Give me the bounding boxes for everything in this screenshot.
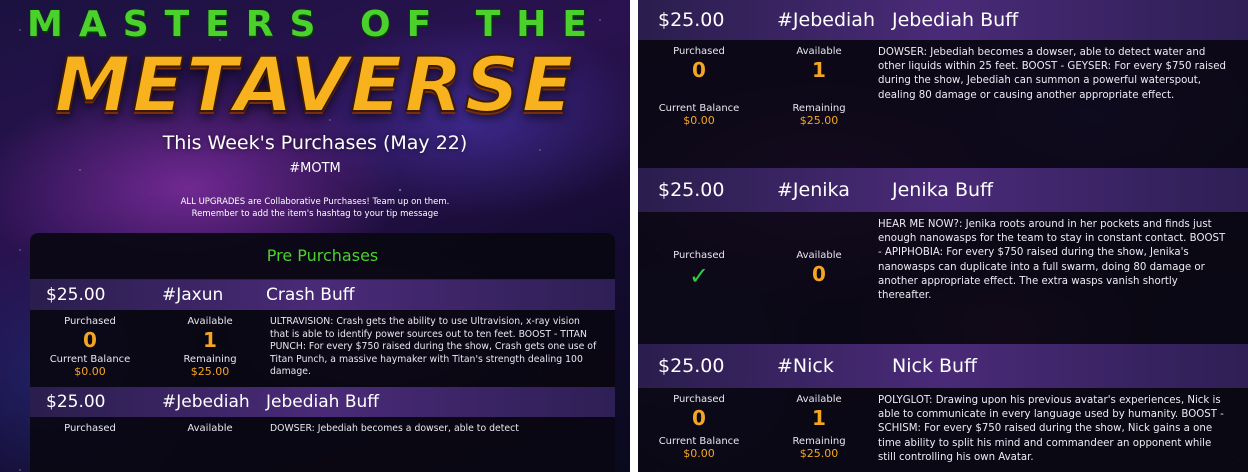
remaining-value: $25.00 [799,447,839,460]
remaining-value: $25.00 [799,113,839,127]
item-name: Jenika Buff [892,179,994,201]
item-stats: Purchased 0 Available 1 Current Balance … [638,394,878,465]
upgrade-note: ALL UPGRADES are Collaborative Purchases… [0,196,630,220]
balance-stat: Current Balance $0.00 [30,354,150,379]
purchased-label: Purchased [673,394,725,405]
item-body-jebediah: Purchased Available DOWSER: Jebediah bec… [30,417,615,444]
balance-stat: Current Balance $0.00 [638,103,760,147]
balance-value: $0.00 [683,113,715,127]
logo-title-main: METAVERSE [53,39,576,130]
remaining-label: Remaining [183,353,237,365]
balance-label: Current Balance [49,353,131,365]
available-label: Available [187,316,233,327]
item-body-nick: Purchased 0 Available 1 Current Balance … [638,388,1248,472]
item-price: $25.00 [658,179,725,201]
item-description: ULTRAVISION: Crash gets the ability to u… [270,316,597,378]
available-value: 0 [812,261,826,286]
item-description: HEAR ME NOW?: Jenika roots around in her… [878,219,1226,302]
remaining-label: Remaining [792,102,846,114]
balance-value: $0.00 [683,447,715,460]
remaining-stat: Remaining $25.00 [760,103,878,147]
remaining-stat: Remaining $25.00 [760,436,878,465]
item-price: $25.00 [658,9,725,31]
checkmark-icon: ✓ [688,261,710,290]
section-title: Pre Purchases [30,233,615,280]
item-header-jebediah[interactable]: $25.00 #Jebediah Jebediah Buff [638,0,1248,40]
logo-title-top: MASTERS OF THE [27,4,603,45]
item-name: Jebediah Buff [892,9,1019,31]
pre-purchases-card: Pre Purchases $25.00 #Jaxun Crash Buff P… [30,233,615,472]
available-value: 1 [812,406,826,430]
item-name: Crash Buff [266,285,355,305]
available-stat: Available 1 [150,316,270,354]
available-label: Available [796,394,842,405]
item-header-crash[interactable]: $25.00 #Jaxun Crash Buff [30,280,615,310]
balance-label: Current Balance [658,102,740,114]
remaining-stat: Remaining $25.00 [150,354,270,379]
available-stat: Available [150,423,270,436]
item-hashtag: #Jebediah [162,391,250,412]
item-hashtag: #Jebediah [777,9,875,31]
purchased-label: Purchased [673,249,725,261]
screenshot-divider [630,0,638,472]
available-stat: Available 0 [760,250,878,291]
left-screenshot: MASTERS OF THE METAVERSE This Week's Pur… [0,0,630,472]
purchased-value: 0 [83,328,97,352]
item-header-jebediah[interactable]: $25.00 #Jebediah Jebediah Buff [30,386,615,417]
remaining-value: $25.00 [190,364,230,378]
item-body-crash: Purchased 0 Available 1 Current Balance … [30,310,615,387]
item-description: POLYGLOT: Drawing upon his previous avat… [878,395,1224,463]
purchased-value: 0 [692,58,706,82]
right-screenshot: $25.00 #Jebediah Jebediah Buff Purchased… [638,0,1248,472]
available-stat: Available 1 [760,46,878,103]
item-stats: Purchased ✓ Available 0 [638,218,878,322]
item-stats: Purchased Available [30,423,270,436]
item-header-jenika[interactable]: $25.00 #Jenika Jenika Buff [638,168,1248,212]
purchased-label: Purchased [64,316,116,327]
item-hashtag: #Jaxun [162,285,224,305]
purchased-stat: Purchased [30,423,150,436]
upgrade-note-line1: ALL UPGRADES are Collaborative Purchases… [180,197,450,207]
purchased-stat: Purchased 0 [638,46,760,103]
item-body-jenika: Purchased ✓ Available 0 HEAR ME NOW?: Je… [638,212,1248,332]
available-label: Available [187,422,233,434]
item-stats: Purchased 0 Available 1 Current Balance … [30,316,270,379]
available-value: 1 [203,328,217,352]
purchases-list: $25.00 #Jebediah Jebediah Buff Purchased… [638,0,1248,472]
upgrade-note-line2: Remember to add the item's hashtag to yo… [191,209,439,219]
item-description: DOWSER: Jebediah becomes a dowser, able … [878,47,1226,101]
available-value: 1 [812,58,826,82]
purchased-label: Purchased [673,46,725,57]
item-stats: Purchased 0 Available 1 Current Balance … [638,46,878,146]
purchased-stat: Purchased 0 [30,316,150,354]
item-description: DOWSER: Jebediah becomes a dowser, able … [270,422,519,434]
item-price: $25.00 [46,285,106,305]
balance-label: Current Balance [658,436,740,447]
balance-value: $0.00 [74,364,106,378]
purchased-stat: Purchased ✓ [638,250,760,291]
available-label: Available [796,249,842,261]
item-price: $25.00 [46,391,106,412]
remaining-label: Remaining [792,436,846,447]
item-name: Jebediah Buff [266,391,379,412]
week-title: This Week's Purchases (May 22) [162,132,468,154]
item-name: Nick Buff [892,355,978,377]
purchased-stat: Purchased 0 [638,394,760,436]
balance-stat: Current Balance $0.00 [638,436,760,465]
purchased-label: Purchased [64,422,116,434]
available-label: Available [796,46,842,57]
item-hashtag: #Jenika [777,179,850,201]
available-stat: Available 1 [760,394,878,436]
item-body-jebediah: Purchased 0 Available 1 Current Balance … [638,40,1248,156]
purchased-value: 0 [692,406,706,430]
item-header-nick[interactable]: $25.00 #Nick Nick Buff [638,344,1248,388]
event-hashtag: #MOTM [289,161,341,176]
item-hashtag: #Nick [777,355,834,377]
item-price: $25.00 [658,355,725,377]
